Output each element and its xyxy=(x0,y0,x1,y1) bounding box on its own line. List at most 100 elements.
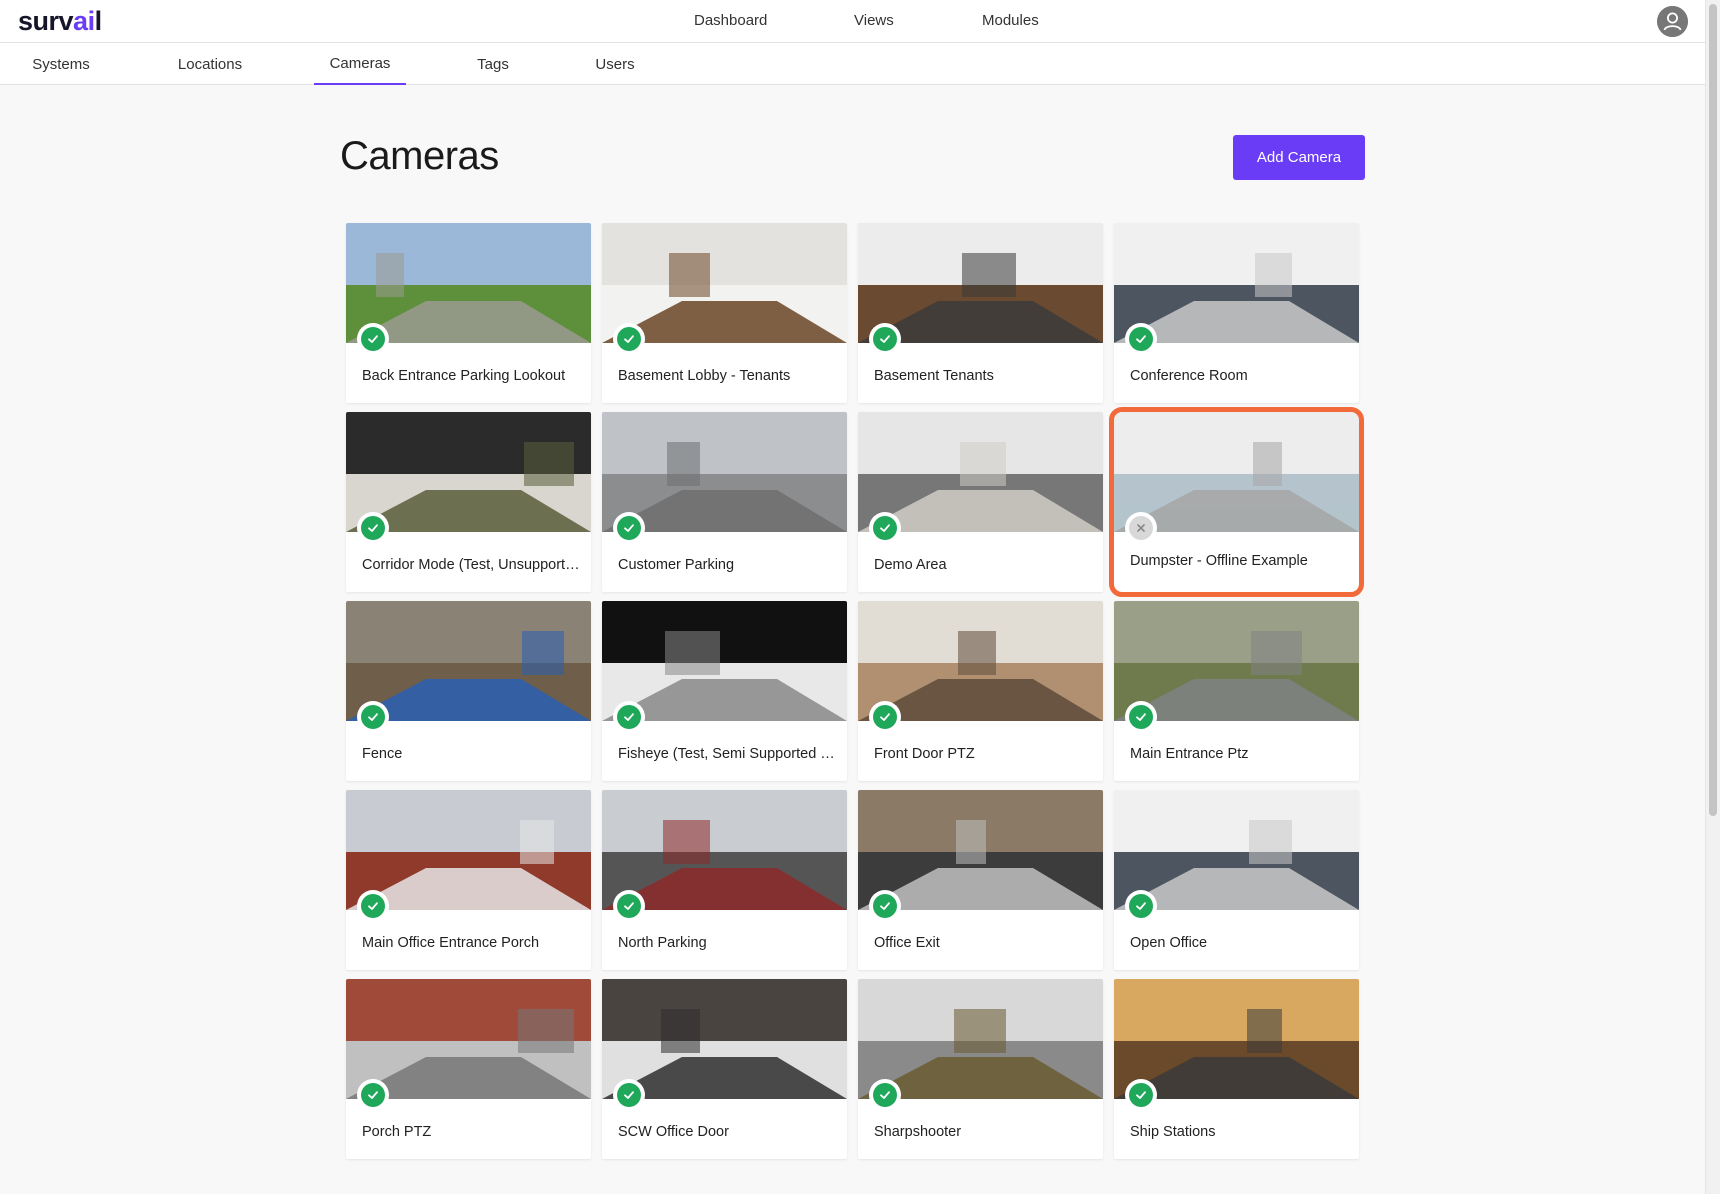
camera-card[interactable]: Back Entrance Parking Lookout xyxy=(346,223,591,403)
camera-card[interactable]: SCW Office Door xyxy=(602,979,847,1159)
online-status-badge xyxy=(613,512,645,544)
tab-systems[interactable]: Systems xyxy=(18,43,104,85)
camera-card[interactable]: Fence xyxy=(346,601,591,781)
online-status-badge xyxy=(869,701,901,733)
top-bar: survail Dashboard Views Modules xyxy=(0,0,1705,43)
camera-name: Office Exit xyxy=(874,935,940,951)
camera-thumbnail xyxy=(602,223,847,343)
check-icon xyxy=(1136,1091,1146,1099)
user-icon xyxy=(1657,6,1688,37)
check-icon xyxy=(1136,713,1146,721)
online-status-badge xyxy=(869,512,901,544)
check-icon xyxy=(1136,335,1146,343)
camera-name: Sharpshooter xyxy=(874,1124,962,1140)
online-status-badge xyxy=(357,323,389,355)
page-title: Cameras xyxy=(340,134,499,178)
camera-card[interactable]: Main Entrance Ptz xyxy=(1114,601,1359,781)
online-status-badge xyxy=(357,701,389,733)
camera-card[interactable]: Sharpshooter xyxy=(858,979,1103,1159)
camera-name: Main Office Entrance Porch xyxy=(362,935,540,951)
camera-card[interactable]: Basement Tenants xyxy=(858,223,1103,403)
camera-thumbnail xyxy=(858,601,1103,721)
camera-name: Main Entrance Ptz xyxy=(1130,746,1249,762)
camera-card[interactable]: Demo Area xyxy=(858,412,1103,592)
page-scrollbar[interactable] xyxy=(1705,0,1720,1194)
camera-card[interactable]: Basement Lobby - Tenants xyxy=(602,223,847,403)
online-status-badge xyxy=(613,1079,645,1111)
check-icon xyxy=(880,902,890,910)
offline-status-badge xyxy=(1125,512,1157,544)
camera-name: North Parking xyxy=(618,935,707,951)
camera-name: Ship Stations xyxy=(1130,1124,1216,1140)
logo-text-accent: ai xyxy=(73,6,95,36)
check-icon xyxy=(368,902,378,910)
camera-thumbnail xyxy=(1114,601,1359,721)
online-status-badge xyxy=(869,890,901,922)
nav-modules[interactable]: Modules xyxy=(982,12,1039,29)
check-icon xyxy=(1136,902,1146,910)
camera-name: Front Door PTZ xyxy=(874,746,975,762)
camera-thumbnail xyxy=(858,979,1103,1099)
camera-card[interactable]: Porch PTZ xyxy=(346,979,591,1159)
check-icon xyxy=(368,524,378,532)
camera-thumbnail xyxy=(602,412,847,532)
camera-card[interactable]: Conference Room xyxy=(1114,223,1359,403)
camera-card[interactable]: Office Exit xyxy=(858,790,1103,970)
camera-name: Fisheye (Test, Semi Supported View) xyxy=(618,746,838,762)
camera-name: Demo Area xyxy=(874,557,947,573)
user-avatar[interactable] xyxy=(1657,6,1688,37)
camera-thumbnail xyxy=(858,223,1103,343)
online-status-badge xyxy=(1125,323,1157,355)
camera-name: Fence xyxy=(362,746,403,762)
online-status-badge xyxy=(1125,890,1157,922)
camera-name: SCW Office Door xyxy=(618,1124,729,1140)
camera-thumbnail xyxy=(346,979,591,1099)
online-status-badge xyxy=(613,890,645,922)
camera-card[interactable]: Front Door PTZ xyxy=(858,601,1103,781)
tab-tags[interactable]: Tags xyxy=(458,43,528,85)
camera-card[interactable]: Open Office xyxy=(1114,790,1359,970)
online-status-badge xyxy=(869,1079,901,1111)
check-icon xyxy=(880,335,890,343)
camera-thumbnail xyxy=(1114,790,1359,910)
logo-text-suffix: l xyxy=(94,6,103,36)
camera-card[interactable]: North Parking xyxy=(602,790,847,970)
online-status-badge xyxy=(357,1079,389,1111)
check-icon xyxy=(368,1091,378,1099)
camera-name: Back Entrance Parking Lookout xyxy=(362,368,566,384)
camera-card[interactable]: Ship Stations xyxy=(1114,979,1359,1159)
camera-thumbnail xyxy=(346,790,591,910)
nav-dashboard[interactable]: Dashboard xyxy=(694,12,767,29)
camera-name: Dumpster - Offline Example xyxy=(1130,553,1308,569)
online-status-badge xyxy=(1125,1079,1157,1111)
tab-cameras[interactable]: Cameras xyxy=(314,43,406,85)
camera-name: Conference Room xyxy=(1130,368,1248,384)
add-camera-button[interactable]: Add Camera xyxy=(1233,135,1365,180)
camera-name: Corridor Mode (Test, Unsupported) xyxy=(362,557,582,573)
check-icon xyxy=(624,902,634,910)
camera-thumbnail xyxy=(1114,979,1359,1099)
tab-users[interactable]: Users xyxy=(580,43,650,85)
check-icon xyxy=(624,1091,634,1099)
scrollbar-thumb[interactable] xyxy=(1709,4,1717,816)
camera-card[interactable]: Main Office Entrance Porch xyxy=(346,790,591,970)
sub-nav: Systems Locations Cameras Tags Users xyxy=(0,43,1705,85)
online-status-badge xyxy=(613,701,645,733)
camera-card[interactable]: Dumpster - Offline Example xyxy=(1109,407,1364,597)
check-icon xyxy=(880,1091,890,1099)
check-icon xyxy=(368,335,378,343)
close-icon xyxy=(1137,524,1145,532)
online-status-badge xyxy=(357,890,389,922)
check-icon xyxy=(880,713,890,721)
camera-card[interactable]: Customer Parking xyxy=(602,412,847,592)
camera-card[interactable]: Corridor Mode (Test, Unsupported) xyxy=(346,412,591,592)
online-status-badge xyxy=(869,323,901,355)
check-icon xyxy=(624,713,634,721)
tab-locations[interactable]: Locations xyxy=(164,43,256,85)
camera-card[interactable]: Fisheye (Test, Semi Supported View) xyxy=(602,601,847,781)
check-icon xyxy=(624,524,634,532)
camera-name: Open Office xyxy=(1130,935,1208,951)
brand-logo[interactable]: survail xyxy=(18,6,102,37)
nav-views[interactable]: Views xyxy=(854,12,894,29)
camera-name: Basement Tenants xyxy=(874,368,994,384)
